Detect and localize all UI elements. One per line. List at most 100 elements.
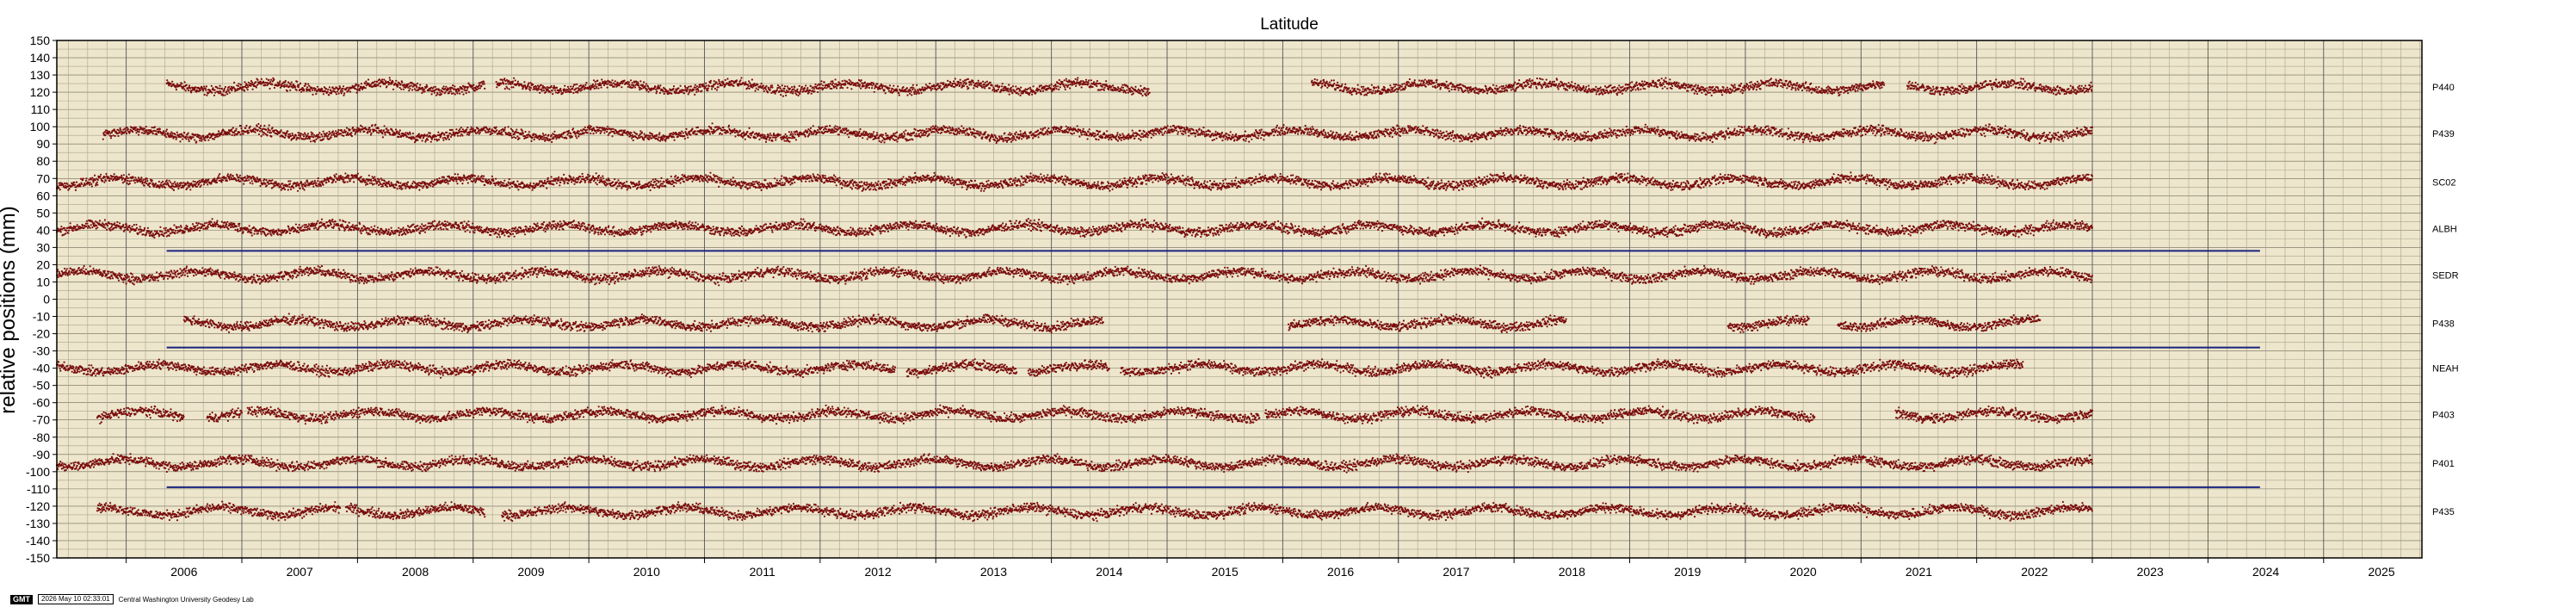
data-point: [1486, 92, 1488, 94]
data-point: [1651, 85, 1652, 87]
data-point: [408, 90, 410, 91]
data-point: [221, 88, 223, 90]
data-point: [238, 132, 240, 133]
data-point: [1397, 84, 1399, 86]
data-point: [368, 78, 369, 80]
data-point: [706, 85, 707, 87]
data-point: [1791, 89, 1793, 90]
data-point: [638, 84, 639, 86]
data-point: [267, 131, 269, 133]
data-point: [1381, 92, 1383, 94]
data-point: [269, 88, 270, 90]
data-point: [1979, 85, 1980, 87]
data-point: [771, 86, 773, 88]
data-point: [381, 78, 383, 80]
data-point: [145, 126, 147, 127]
data-point: [1909, 81, 1911, 83]
data-point: [252, 89, 254, 90]
data-point: [1495, 93, 1497, 95]
data-point: [746, 87, 748, 89]
data-point: [795, 94, 797, 96]
data-point: [578, 131, 580, 133]
data-point: [1682, 87, 1683, 89]
data-point: [2090, 86, 2091, 88]
data-point: [278, 84, 280, 86]
data-point: [251, 82, 253, 84]
data-point: [1872, 80, 1874, 82]
data-point: [1856, 86, 1857, 88]
data-point: [1795, 87, 1796, 89]
data-point: [1632, 89, 1634, 90]
data-point: [980, 82, 982, 84]
data-point: [1798, 89, 1800, 90]
data-point: [628, 81, 630, 83]
data-point: [1638, 89, 1640, 90]
data-point: [1801, 85, 1802, 87]
data-point: [763, 90, 765, 92]
data-point: [1847, 92, 1849, 94]
data-point: [1093, 81, 1095, 83]
data-point: [1008, 90, 1010, 92]
data-point: [1008, 84, 1010, 86]
data-point: [220, 133, 222, 135]
data-point: [553, 131, 555, 133]
data-point: [556, 87, 558, 89]
data-point: [1937, 87, 1938, 89]
data-point: [623, 80, 625, 82]
data-point: [104, 134, 106, 136]
data-point: [1140, 93, 1142, 95]
data-point: [190, 91, 192, 93]
data-point: [842, 80, 843, 82]
data-point: [708, 85, 710, 87]
data-point: [135, 132, 137, 133]
data-point: [1997, 85, 1998, 87]
data-point: [683, 92, 685, 94]
data-point: [1702, 87, 1704, 89]
data-point: [1585, 86, 1587, 88]
data-point: [1815, 86, 1817, 88]
data-point: [991, 84, 993, 86]
data-point: [442, 137, 444, 139]
data-point: [474, 129, 476, 131]
data-point: [200, 135, 201, 137]
data-point: [188, 140, 190, 142]
data-point: [1595, 89, 1597, 90]
data-point: [1697, 84, 1699, 86]
data-point: [545, 139, 547, 140]
data-point: [135, 127, 137, 128]
data-point: [572, 86, 574, 88]
data-point: [176, 84, 178, 85]
data-point: [395, 128, 397, 130]
data-point: [1435, 87, 1436, 89]
data-point: [695, 91, 697, 93]
data-point: [856, 85, 857, 87]
data-point: [1451, 89, 1453, 90]
data-point: [268, 79, 269, 81]
data-point: [1529, 86, 1531, 88]
data-point: [248, 82, 250, 84]
data-point: [1133, 93, 1134, 95]
data-point: [1529, 78, 1530, 80]
data-point: [842, 87, 843, 89]
data-point: [871, 87, 873, 89]
data-point: [799, 85, 800, 87]
data-point: [459, 128, 460, 130]
data-point: [1009, 94, 1010, 96]
data-point: [1704, 88, 1706, 90]
data-point: [480, 85, 482, 87]
data-point: [1568, 82, 1570, 84]
data-point: [238, 85, 239, 87]
data-point: [2078, 91, 2079, 93]
data-point: [973, 82, 974, 84]
data-point: [863, 85, 865, 87]
data-point: [505, 83, 507, 84]
data-point: [913, 93, 915, 95]
data-point: [125, 131, 127, 133]
data-point: [442, 91, 443, 93]
data-point: [2044, 87, 2046, 89]
data-point: [368, 83, 369, 84]
data-point: [1321, 85, 1323, 87]
data-point: [831, 80, 833, 82]
data-point: [1351, 87, 1353, 89]
data-point: [656, 92, 658, 94]
